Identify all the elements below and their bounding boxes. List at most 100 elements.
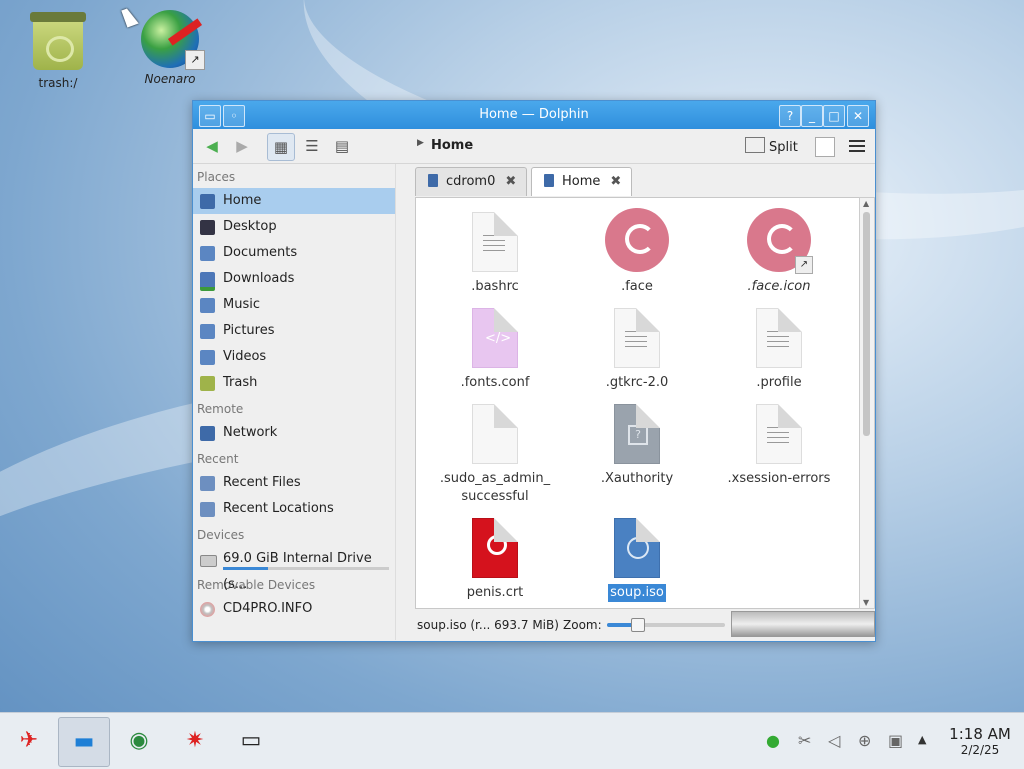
task-app[interactable]: ✷ [170,717,220,765]
places-item-label: Recent Files [223,475,301,490]
pictures-folder-icon [200,324,215,339]
tab-cdrom0[interactable]: cdrom0 ✖ [415,167,528,196]
scissors-icon[interactable]: ✂ [798,731,811,750]
update-notifier-icon[interactable]: ● [766,731,780,750]
places-panel: Places Home Desktop Documents Downloads … [193,164,396,640]
home-folder-icon [200,194,215,209]
file-name: .gtkrc-2.0 [605,375,669,390]
music-folder-icon [200,298,215,313]
unknown-file-icon: ? [614,404,660,464]
details-view-button[interactable]: ▤ [329,133,355,159]
places-item-label: Home [223,193,262,208]
places-item-cd4pro[interactable]: CD4PRO.INFO [193,596,395,622]
documents-folder-icon [200,246,215,261]
places-item-internal-drive[interactable]: 69.0 GiB Internal Drive (s... [193,546,395,592]
file-item[interactable]: ? .Xauthority [572,404,702,488]
scroll-down-icon[interactable]: ▼ [863,598,869,607]
network-connection-icon[interactable]: ▣ [888,731,903,750]
compact-view-button[interactable]: ☰ [299,133,325,159]
file-item[interactable]: .face [572,208,702,296]
text-file-icon [756,404,802,464]
terminal-icon: ▭ [240,728,262,753]
task-dolphin[interactable]: ▬ [58,717,110,767]
places-item-label: Music [223,297,260,312]
videos-folder-icon [200,350,215,365]
tab-home[interactable]: Home ✖ [531,167,633,196]
places-item-network[interactable]: Network [193,420,395,446]
network-globe-icon[interactable]: ⊕ [858,731,871,750]
back-button[interactable]: ◀ [199,133,225,159]
places-item-label: Desktop [223,219,277,234]
digital-clock[interactable]: 1:18 AM 2/2/25 [944,725,1016,757]
window-title: Home — Dolphin [479,107,589,122]
forward-button[interactable]: ▶ [229,133,255,159]
desktop-icon-noenaro[interactable]: ↗ Noenaro [130,10,210,86]
places-item-recent-files[interactable]: Recent Files [193,470,395,496]
desktop-icon-trash[interactable]: trash:/ [18,12,98,90]
desktop-folder-icon [200,220,215,235]
globe-icon: ◉ [129,728,149,753]
breadcrumb-home[interactable]: Home [431,138,473,153]
scroll-up-icon[interactable]: ▲ [863,199,869,208]
tray-expand-icon[interactable]: ▲ [918,733,926,746]
title-bar[interactable]: ▭ ◦ Home — Dolphin ? _ □ ✕ [193,101,875,129]
tab-label: Home [562,174,601,189]
file-item[interactable]: </> .fonts.conf [430,308,560,392]
icons-view-button[interactable]: ▦ [267,133,295,161]
places-item-videos[interactable]: Videos [193,344,395,370]
task-terminal[interactable]: ▭ [226,717,276,765]
file-item[interactable]: ↗ .face.icon [714,208,844,296]
list-icon: ☰ [305,137,319,155]
file-name: .xsession-errors [727,471,831,486]
places-item-trash[interactable]: Trash [193,370,395,396]
vertical-scrollbar[interactable]: ▲ ▼ [859,197,875,609]
help-button[interactable]: ? [779,105,801,127]
breadcrumb[interactable]: Home [417,138,473,153]
close-tab-icon[interactable]: ✖ [505,174,516,189]
hamburger-menu-button[interactable] [849,137,865,155]
places-item-recent-locations[interactable]: Recent Locations [193,496,395,522]
file-name: .face [621,279,653,294]
trash-icon [30,12,86,72]
debian-logo-icon: ↗ [747,208,813,274]
file-item[interactable]: .sudo_as_admin_ successful [430,404,560,506]
places-item-pictures[interactable]: Pictures [193,318,395,344]
file-item[interactable]: .bashrc [430,212,560,296]
panel-splitter[interactable] [396,164,410,640]
places-item-label: Downloads [223,271,295,286]
task-browser[interactable]: ◉ [114,717,164,765]
recent-folder-icon [200,502,215,517]
places-item-label: Network [223,425,278,440]
file-item[interactable]: penis.crt [430,518,560,602]
maximize-button[interactable]: □ [823,105,845,127]
downloads-folder-icon [200,272,215,291]
drive-usage-bar [223,567,389,570]
file-item[interactable]: .gtkrc-2.0 [572,308,702,392]
text-file-icon [472,212,518,272]
split-view-icon [745,137,765,153]
places-item-music[interactable]: Music [193,292,395,318]
file-item[interactable]: .profile [714,308,844,392]
places-item-label: Recent Locations [223,501,334,516]
empty-file-icon [472,404,518,464]
zoom-slider[interactable] [607,618,725,632]
places-item-documents[interactable]: Documents [193,240,395,266]
file-item[interactable]: .xsession-errors [714,404,844,488]
application-launcher-button[interactable]: ✈ [4,717,54,765]
places-item-home[interactable]: Home [193,188,395,214]
close-button[interactable]: ✕ [847,105,869,127]
close-tab-icon[interactable]: ✖ [610,174,621,189]
places-item-desktop[interactable]: Desktop [193,214,395,240]
places-item-label: Videos [223,349,267,364]
places-item-downloads[interactable]: Downloads [193,266,395,292]
optical-disc-icon [200,602,215,617]
split-button[interactable]: Split [745,137,798,155]
file-view[interactable]: .bashrc .face ↗ .face.icon </> .fonts.co… [415,197,861,609]
scrollbar-thumb[interactable] [863,212,870,436]
filter-button[interactable] [815,137,835,157]
status-bar: soup.iso (r... 693.7 MiB) Zoom: [415,611,875,637]
minimize-button[interactable]: _ [801,105,823,127]
file-item-selected[interactable]: soup.iso [572,518,702,602]
zoom-slider-handle[interactable] [630,618,645,632]
volume-icon[interactable]: ◁ [828,731,840,750]
